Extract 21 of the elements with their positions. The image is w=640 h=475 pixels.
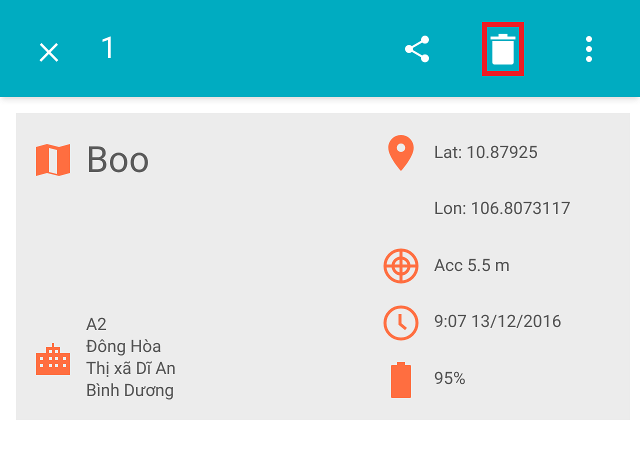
detail-text: Lon: 106.8073117 bbox=[434, 198, 571, 222]
selection-count: 1 bbox=[100, 30, 117, 68]
address-line: Đông Hòa bbox=[86, 336, 162, 358]
more-icon bbox=[585, 34, 593, 62]
battery-icon bbox=[391, 362, 411, 398]
delete-button[interactable] bbox=[482, 22, 524, 76]
place-title: Boo bbox=[86, 138, 150, 183]
crosshair-icon bbox=[383, 248, 419, 284]
close-button[interactable]: × bbox=[34, 26, 64, 70]
map-icon bbox=[36, 144, 70, 176]
detail-text: Lat: 10.87925 bbox=[434, 142, 538, 165]
building-icon bbox=[36, 341, 70, 375]
trash-icon bbox=[490, 32, 516, 64]
detail-text: Acc 5.5 m bbox=[434, 254, 510, 278]
address-line: Bình Dương bbox=[86, 380, 176, 402]
detail-text: 9:07 13/12/2016 bbox=[434, 311, 562, 334]
detail-text: 95% bbox=[434, 368, 466, 391]
location-pin-icon bbox=[388, 135, 414, 172]
address-line: Thị xã Dĩ An bbox=[86, 358, 176, 380]
address-line: A2 bbox=[86, 314, 108, 336]
clock-icon bbox=[383, 305, 419, 342]
